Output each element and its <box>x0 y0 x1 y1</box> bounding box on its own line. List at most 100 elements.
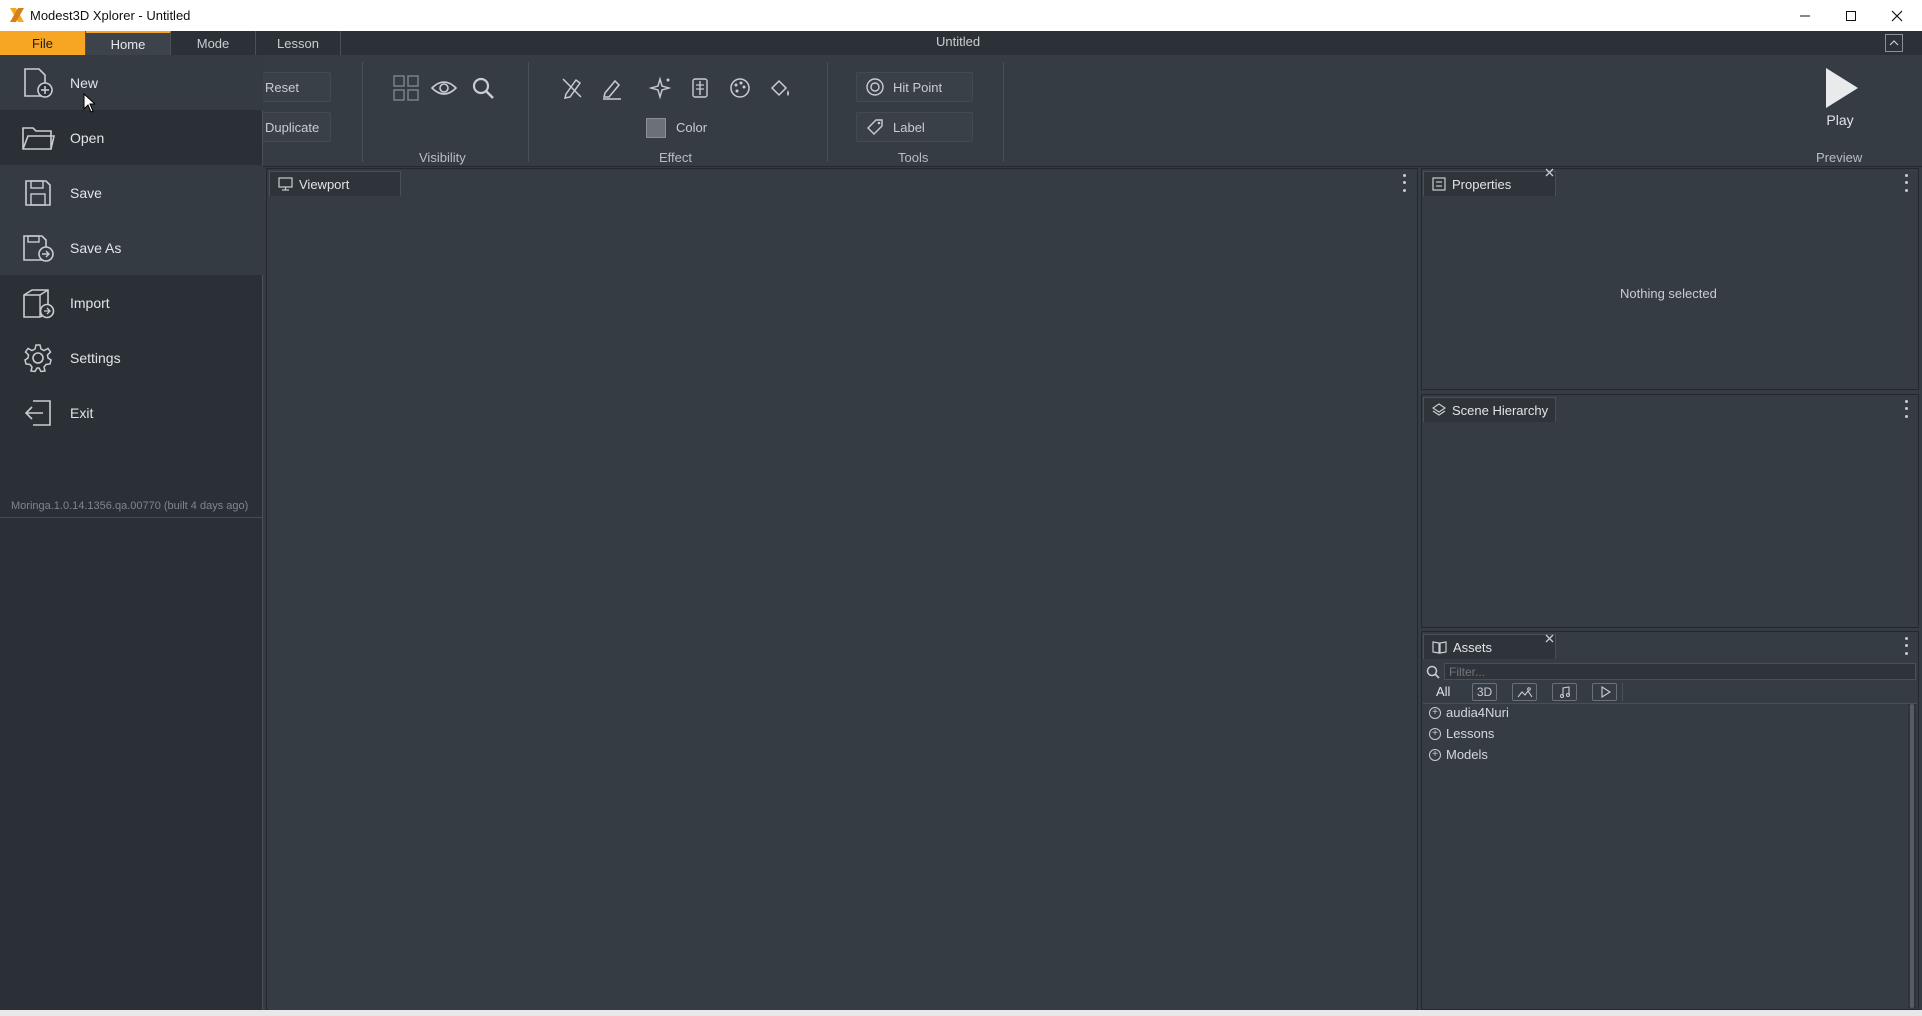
reset-label: Reset <box>265 79 299 95</box>
maximize-button[interactable] <box>1828 0 1874 31</box>
properties-icon <box>1432 177 1446 191</box>
file-menu-label: Import <box>70 294 110 311</box>
kebab-icon <box>1904 174 1908 178</box>
color-label: Color <box>676 120 708 135</box>
filter-3d-button[interactable]: 3D <box>1472 683 1497 701</box>
minimize-button[interactable] <box>1782 0 1828 31</box>
asset-folder-lessons[interactable]: + Lessons <box>1429 726 1494 741</box>
tab-scene-hierarchy[interactable]: Scene Hierarchy <box>1423 397 1556 422</box>
file-menu-label: Save As <box>70 239 122 256</box>
file-menu-new[interactable]: New <box>0 55 263 110</box>
file-menu-divider <box>0 517 263 518</box>
grid-icon <box>393 75 419 101</box>
label-tool-label: Label <box>893 119 925 135</box>
image-icon <box>1517 687 1532 698</box>
document-title: Untitled <box>936 34 981 49</box>
gear-icon <box>20 340 56 376</box>
zoom-to-button[interactable] <box>467 72 499 104</box>
close-icon <box>1545 168 1554 177</box>
no-effect-button[interactable] <box>556 72 588 104</box>
filter-image-button[interactable] <box>1512 683 1537 701</box>
xray-icon <box>692 78 708 98</box>
save-icon <box>20 175 56 211</box>
book-icon <box>1432 641 1447 654</box>
effect-group-label: Effect <box>659 150 693 165</box>
properties-menu-button[interactable] <box>1900 172 1912 194</box>
chevron-up-icon <box>1889 40 1899 46</box>
highlight-button[interactable] <box>596 72 628 104</box>
paint-effect-button[interactable] <box>764 72 796 104</box>
file-menu-label: Save <box>70 184 102 201</box>
sparkle-effect-button[interactable] <box>644 72 676 104</box>
scene-hierarchy-panel <box>1421 394 1919 628</box>
version-text: Moringa.1.0.14.1356.qa.00770 (built 4 da… <box>11 500 249 512</box>
play-button[interactable]: Play <box>1810 66 1870 138</box>
asset-folder-audia4nuri[interactable]: + audia4Nuri <box>1429 705 1509 720</box>
filter-all-button[interactable]: All <box>1436 684 1450 699</box>
show-hide-button[interactable] <box>428 72 460 104</box>
tab-assets[interactable]: Assets <box>1423 634 1556 659</box>
file-menu: New Open Save Save As Import Settings Ex… <box>0 55 263 1012</box>
assets-scrollbar[interactable] <box>1908 704 1916 1008</box>
tab-lesson[interactable]: Lesson <box>256 31 341 55</box>
filter-video-button[interactable] <box>1592 683 1617 701</box>
expand-icon: + <box>1429 748 1441 761</box>
visibility-group-label: Visibility <box>419 150 466 165</box>
asset-folder-models[interactable]: + Models <box>1429 747 1488 762</box>
collapse-ribbon-button[interactable] <box>1885 34 1903 52</box>
xray-effect-button[interactable] <box>684 72 716 104</box>
search-icon <box>1426 665 1440 679</box>
close-window-button[interactable] <box>1874 0 1920 31</box>
reset-button[interactable]: Reset <box>256 72 331 102</box>
kebab-icon <box>1904 637 1908 641</box>
duplicate-button[interactable]: Duplicate <box>256 112 331 142</box>
file-menu-exit[interactable]: Exit <box>0 385 263 440</box>
ribbon-separator <box>362 62 363 162</box>
paint-bucket-icon <box>770 79 789 97</box>
minimize-icon <box>1800 15 1810 16</box>
tab-properties[interactable]: Properties <box>1423 171 1556 196</box>
kebab-icon <box>1904 400 1908 404</box>
ribbon-separator <box>528 62 529 162</box>
tab-file[interactable]: File <box>0 31 86 55</box>
color-swatch[interactable] <box>646 118 666 138</box>
file-menu-settings[interactable]: Settings <box>0 330 263 385</box>
viewport-menu-button[interactable] <box>1398 172 1410 194</box>
close-assets-button[interactable] <box>1545 634 1554 646</box>
mouse-cursor-icon <box>83 93 95 113</box>
scrollbar-thumb[interactable] <box>1910 704 1914 1008</box>
kebab-dot <box>1402 181 1406 185</box>
viewport-canvas[interactable] <box>268 196 1416 1010</box>
hit-point-button[interactable]: Hit Point <box>856 72 973 102</box>
filter-audio-button[interactable] <box>1552 683 1577 701</box>
kebab-dot <box>1904 181 1908 185</box>
tab-home[interactable]: Home <box>86 31 171 55</box>
asset-label: Lessons <box>1446 726 1495 741</box>
close-properties-button[interactable] <box>1545 168 1554 180</box>
search-icon <box>472 77 494 99</box>
assets-menu-button[interactable] <box>1900 635 1912 657</box>
kebab-dot <box>1402 188 1406 192</box>
tab-mode[interactable]: Mode <box>171 31 256 55</box>
viewport-title: Viewport <box>299 176 350 192</box>
app-logo-icon <box>10 8 24 22</box>
eye-icon <box>431 81 457 95</box>
label-button[interactable]: Label <box>856 112 973 142</box>
file-menu-import[interactable]: Import <box>0 275 263 330</box>
file-menu-open[interactable]: Open <box>0 110 263 165</box>
preview-group-label: Preview <box>1816 150 1863 165</box>
duplicate-label: Duplicate <box>265 119 320 135</box>
isolate-grid-button[interactable] <box>390 72 422 104</box>
material-effect-button[interactable] <box>724 72 756 104</box>
expand-icon: + <box>1429 727 1441 740</box>
file-menu-save[interactable]: Save <box>0 165 263 220</box>
assets-title: Assets <box>1453 639 1493 655</box>
file-menu-save-as[interactable]: Save As <box>0 220 263 275</box>
new-file-icon <box>20 65 56 101</box>
music-note-icon <box>1559 686 1570 698</box>
tab-viewport[interactable]: Viewport <box>269 171 401 196</box>
highlighter-icon <box>603 79 621 100</box>
close-icon <box>1545 634 1554 643</box>
assets-filter-input[interactable] <box>1444 663 1916 680</box>
scene-hierarchy-menu-button[interactable] <box>1900 398 1912 420</box>
